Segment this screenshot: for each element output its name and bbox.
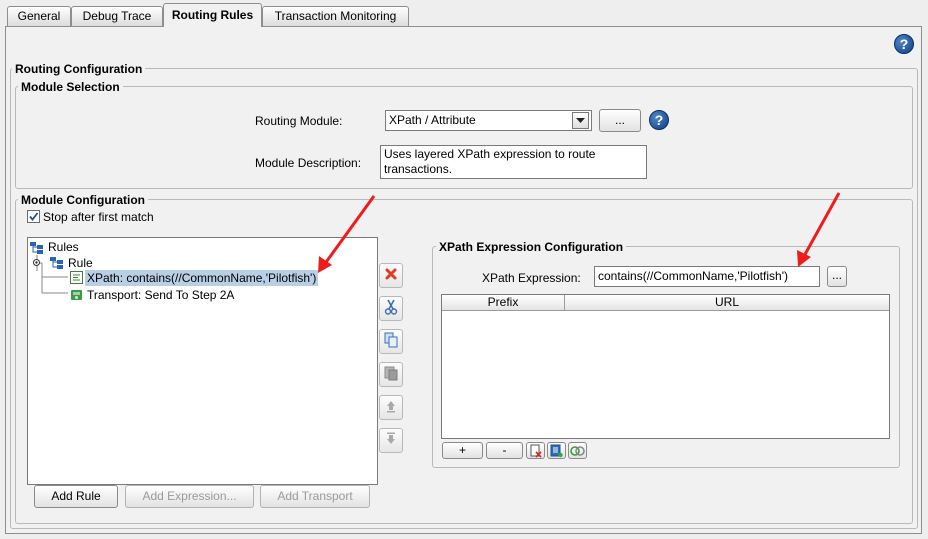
tab-routing-rules[interactable]: Routing Rules xyxy=(163,3,262,27)
annotation-arrows xyxy=(318,192,841,273)
arrow-to-xpath-field xyxy=(797,192,841,267)
arrow-to-xpath-item xyxy=(318,195,376,273)
